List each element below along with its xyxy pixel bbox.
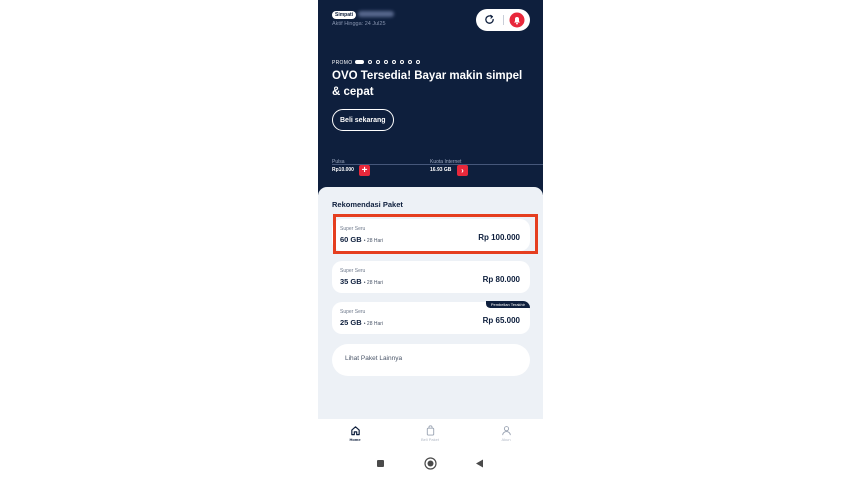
last-purchase-badge: Pembelian Terakhir bbox=[485, 301, 530, 308]
package-size: 35 GB • 28 Hari bbox=[340, 277, 384, 286]
package-price: Rp 100.000 bbox=[478, 233, 520, 242]
recent-apps-icon[interactable] bbox=[376, 459, 385, 468]
package-category: Super Seru bbox=[340, 226, 366, 232]
phone-screen: Simpati Aktif Hingga: 24 Jul25 PROMO OVO… bbox=[318, 0, 543, 480]
nav-home-label: Home bbox=[349, 437, 361, 442]
refresh-icon[interactable] bbox=[484, 14, 495, 25]
pulsa-label: Pulsa bbox=[332, 159, 345, 165]
back-icon[interactable] bbox=[475, 459, 484, 468]
user-icon bbox=[501, 426, 511, 436]
package-card[interactable]: Pembelian Terakhir Super Seru 25 GB • 28… bbox=[332, 301, 530, 334]
provider-badge: Simpati bbox=[332, 11, 357, 19]
add-pulsa-button[interactable]: + bbox=[359, 165, 370, 176]
package-duration: • 28 Hari bbox=[363, 238, 384, 244]
carousel-dot[interactable] bbox=[384, 60, 388, 64]
pulsa-value: Rp10.000 bbox=[332, 167, 354, 173]
shopping-bag-icon bbox=[426, 425, 434, 436]
carousel-dot[interactable] bbox=[355, 60, 364, 64]
package-price: Rp 65.000 bbox=[482, 316, 520, 325]
pill-divider bbox=[503, 15, 504, 25]
carousel-dot[interactable] bbox=[368, 60, 372, 64]
phone-number-blurred bbox=[358, 11, 394, 17]
package-duration: • 28 Hari bbox=[363, 280, 384, 286]
chevron-right-icon[interactable]: › bbox=[457, 165, 468, 176]
more-packages-label: Lihat Paket Lainnya bbox=[345, 355, 403, 362]
package-card[interactable]: Super Seru 60 GB • 28 Hari Rp 100.000 bbox=[332, 219, 530, 251]
section-title: Rekomendasi Paket bbox=[332, 200, 403, 209]
package-size: 25 GB • 28 Hari bbox=[340, 318, 384, 327]
active-until: Aktif Hingga: 24 Jul25 bbox=[332, 21, 386, 27]
more-packages-button[interactable]: Lihat Paket Lainnya bbox=[332, 344, 530, 376]
carousel-dot[interactable] bbox=[376, 60, 380, 64]
package-size: 60 GB • 28 Hari bbox=[340, 235, 384, 244]
buy-now-button[interactable]: Beli sekarang bbox=[332, 109, 394, 131]
nav-akun-label: Akun bbox=[501, 437, 511, 442]
nav-beli-paket[interactable]: Beli Paket bbox=[410, 425, 450, 442]
promo-title: OVO Tersedia! Bayar makin simpel & cepat bbox=[332, 70, 523, 98]
promo-label: PROMO bbox=[332, 60, 353, 66]
nav-akun[interactable]: Akun bbox=[486, 425, 526, 442]
system-navigation-bar bbox=[318, 451, 543, 480]
package-price: Rp 80.000 bbox=[482, 275, 520, 284]
kuota-value: 16.93 GB bbox=[430, 167, 452, 173]
top-actions-pill bbox=[476, 9, 530, 31]
notification-icon[interactable] bbox=[509, 12, 525, 28]
recommendation-section: Rekomendasi Paket Super Seru 60 GB • 28 … bbox=[318, 187, 543, 419]
bottom-navigation: Home Beli Paket Akun bbox=[318, 419, 543, 451]
package-category: Super Seru bbox=[340, 309, 366, 315]
nav-home[interactable]: Home bbox=[335, 425, 375, 442]
hero-banner: Simpati Aktif Hingga: 24 Jul25 PROMO OVO… bbox=[318, 0, 543, 195]
nav-beli-paket-label: Beli Paket bbox=[420, 437, 439, 442]
carousel-dot[interactable] bbox=[416, 60, 420, 64]
package-card[interactable]: Super Seru 35 GB • 28 Hari Rp 80.000 bbox=[332, 261, 530, 293]
package-category: Super Seru bbox=[340, 268, 366, 274]
carousel-dots[interactable] bbox=[355, 60, 420, 64]
carousel-dot[interactable] bbox=[408, 60, 412, 64]
package-duration: • 28 Hari bbox=[363, 321, 384, 327]
carousel-dot[interactable] bbox=[392, 60, 396, 64]
home-circle-icon[interactable] bbox=[424, 457, 437, 470]
carousel-dot[interactable] bbox=[400, 60, 404, 64]
home-icon bbox=[350, 426, 360, 436]
kuota-label: Kuota Internet bbox=[430, 159, 462, 165]
